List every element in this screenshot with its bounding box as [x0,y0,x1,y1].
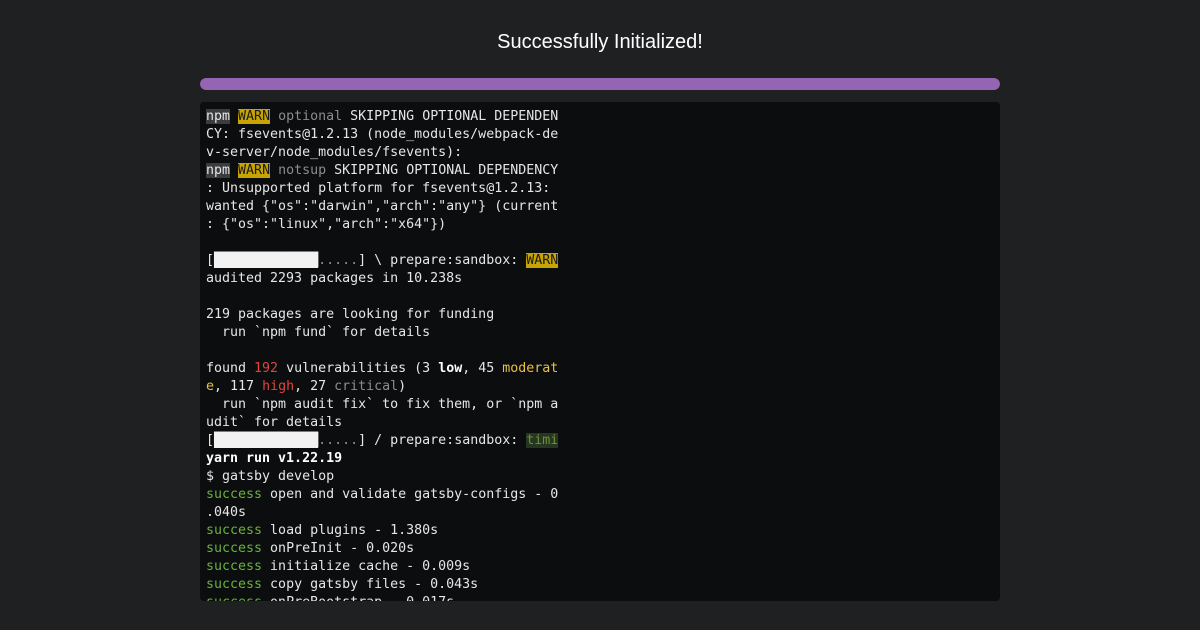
terminal-line: audited 2293 packages in 10.238s [206,270,558,288]
progress-bar [200,78,1000,90]
terminal-line: [█████████████.....] / prepare:sandbox: … [206,432,559,450]
terminal-segment: run `npm audit fix` to fix them, or `npm… [206,397,559,412]
terminal-segment: success [206,595,262,601]
terminal-segment: found [206,361,255,376]
terminal-segment: WARN [238,163,271,178]
terminal-segment: █████████████ [214,433,319,448]
terminal-line: success initialize cache - 0.009s [206,558,558,576]
terminal-segment: high [262,379,295,394]
terminal-segment: , 45 [462,361,503,376]
terminal-line: success onPreInit - 0.020s [206,540,558,558]
terminal-segment: e [206,379,215,394]
terminal-segment: npm [206,109,231,124]
terminal-segment: ..... [318,433,359,448]
terminal-segment: wanted {"os":"darwin","arch":"any"} (cur… [206,199,559,214]
terminal-segment: initialize cache - 0.009s [262,559,471,574]
terminal-segment: moderat [502,361,559,376]
terminal-line: run `npm fund` for details [206,324,558,342]
terminal-segment: success [206,523,263,538]
terminal-line: run `npm audit fix` to fix them, or `npm… [206,396,558,414]
terminal-segment: audited 2293 packages in 10.238s [206,271,463,286]
terminal-segment: open and validate gatsby-configs - 0 [262,487,559,502]
terminal-output[interactable]: npm WARN optional SKIPPING OPTIONAL DEPE… [200,102,1000,601]
terminal-segment [230,109,238,124]
terminal-line: udit` for details [206,414,558,432]
terminal-line: npm WARN notsup SKIPPING OPTIONAL DEPEND… [206,162,558,180]
terminal-segment: $ gatsby develop [206,469,335,484]
terminal-segment [230,163,238,178]
terminal-segment: vulnerabilities (3 [278,361,439,376]
terminal-line: : Unsupported platform for fsevents@1.2.… [206,180,558,198]
terminal-segment: v-server/node_modules/fsevents): [206,145,463,160]
terminal-segment: : Unsupported platform for fsevents@1.2.… [206,181,551,196]
terminal-segment: load plugins - 1.380s [262,523,439,538]
terminal-line: success onPreBootstrap - 0.017s [206,594,558,601]
terminal-segment: [ [206,433,215,448]
terminal-segment: ) [398,379,407,394]
terminal-line: e, 117 high, 27 critical) [206,378,558,396]
terminal-segment: 219 packages are looking for funding [206,307,495,322]
terminal-line: yarn run v1.22.19 [206,450,558,468]
terminal-line: $ gatsby develop [206,468,558,486]
terminal-segment: success [206,559,263,574]
terminal-segment: critical [334,379,399,394]
terminal-segment: WARN [526,253,559,268]
terminal-line: npm WARN optional SKIPPING OPTIONAL DEPE… [206,108,558,126]
terminal-segment [270,109,278,124]
terminal-segment: , 27 [294,379,335,394]
terminal-segment: copy gatsby files - 0.043s [262,577,479,592]
terminal-segment: ..... [318,253,359,268]
terminal-segment: timi [526,433,559,448]
page: Successfully Initialized! npm WARN optio… [0,0,1200,630]
terminal-line: wanted {"os":"darwin","arch":"any"} (cur… [206,198,558,216]
terminal-segment: run `npm fund` for details [206,325,431,340]
terminal-line: success load plugins - 1.380s [206,522,558,540]
terminal-segment: SKIPPING OPTIONAL DEPENDEN [342,109,559,124]
terminal-segment: .040s [206,505,247,520]
progress-bar-fill [200,78,1000,90]
terminal-segment: ] / prepare:sandbox: [358,433,527,448]
terminal-segment: success [206,577,263,592]
terminal-segment: SKIPPING OPTIONAL DEPENDENCY [326,163,559,178]
terminal-segment: onPreInit - 0.020s [262,541,415,556]
terminal-line: success copy gatsby files - 0.043s [206,576,558,594]
terminal-segment: low [438,361,463,376]
terminal-lines: npm WARN optional SKIPPING OPTIONAL DEPE… [206,108,558,601]
terminal-segment [270,163,278,178]
terminal-line: : {"os":"linux","arch":"x64"}) [206,216,558,234]
terminal-segment: ] \ prepare:sandbox: [358,253,527,268]
terminal-line: v-server/node_modules/fsevents): [206,144,558,162]
terminal-line: success open and validate gatsby-configs… [206,486,558,504]
terminal-segment: : {"os":"linux","arch":"x64"}) [206,217,447,232]
terminal-segment: optional [278,109,343,124]
terminal-line: found 192 vulnerabilities (3 low, 45 mod… [206,360,558,378]
terminal-segment: notsup [278,163,327,178]
terminal-segment: npm [206,163,231,178]
terminal-line: 219 packages are looking for funding [206,306,558,324]
terminal-line: [█████████████.....] \ prepare:sandbox: … [206,252,559,270]
terminal-segment: [ [206,253,215,268]
terminal-line: CY: fsevents@1.2.13 (node_modules/webpac… [206,126,558,144]
terminal-line: .040s [206,504,558,522]
terminal-segment: CY: fsevents@1.2.13 (node_modules/webpac… [206,127,559,142]
terminal-segment: udit` for details [206,415,343,430]
terminal-segment: onPreBootstrap - 0.017s [262,595,454,601]
terminal-segment: WARN [238,109,271,124]
terminal-segment: █████████████ [214,253,319,268]
terminal-segment: yarn run v1.22.19 [206,451,343,466]
page-title: Successfully Initialized! [497,31,703,53]
terminal-segment: 192 [254,361,279,376]
terminal-segment: , 117 [214,379,263,394]
terminal-segment: success [206,541,263,556]
terminal-segment: success [206,487,263,502]
